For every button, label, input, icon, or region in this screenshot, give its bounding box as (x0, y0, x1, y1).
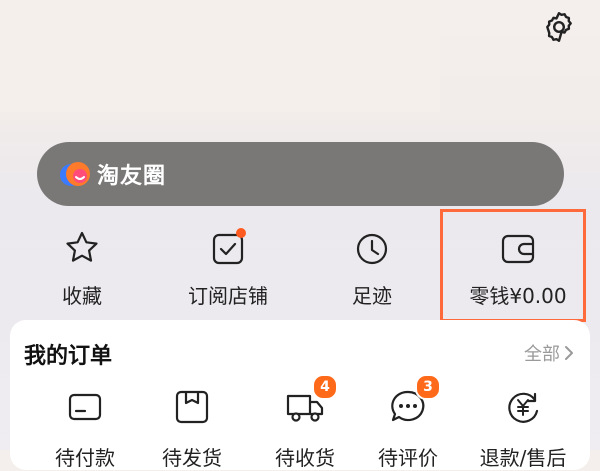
order-icon-wrap (64, 386, 106, 428)
taoyou-logo-icon (60, 162, 90, 186)
new-update-dot (236, 228, 246, 238)
order-status-pending-shipment[interactable]: 待发货 (137, 386, 247, 471)
order-status-label: 待评价 (378, 446, 438, 470)
chevron-right-icon (565, 346, 573, 360)
profile-header-area (0, 0, 440, 112)
order-status-label: 待付款 (55, 446, 115, 470)
orders-view-all-label: 全部 (524, 344, 560, 365)
order-status-label: 待发货 (162, 446, 222, 470)
quick-item-footprints[interactable]: 足迹 (297, 222, 447, 312)
quick-item-subscribed-stores[interactable]: 订阅店铺 (153, 222, 303, 312)
orders-title: 我的订单 (24, 344, 113, 369)
gear-icon (546, 12, 572, 42)
order-icon-wrap (502, 386, 544, 428)
order-status-label: 待收货 (275, 446, 335, 470)
order-count-badge: 3 (415, 374, 441, 400)
quick-item-label: 订阅店铺 (188, 284, 268, 308)
wallet-highlight-box (440, 209, 586, 322)
card-icon (68, 393, 102, 421)
quick-item-favorites[interactable]: 收藏 (7, 222, 157, 312)
order-status-label: 退款/售后 (479, 446, 567, 470)
order-status-pending-payment[interactable]: 待付款 (30, 386, 140, 471)
refund-icon (508, 392, 539, 423)
quick-item-label: 足迹 (352, 284, 392, 308)
order-icon-wrap (171, 386, 213, 428)
order-icon-wrap: 4 (284, 374, 338, 428)
settings-button[interactable] (540, 8, 578, 46)
clock-icon (356, 233, 388, 265)
my-orders-card: 我的订单 全部 待付款 待发货 4 待收货 3 待评价 退款/售后 (10, 320, 590, 470)
order-count-badge: 4 (312, 374, 338, 400)
order-status-pending-review[interactable]: 3 待评价 (353, 374, 463, 471)
order-status-refund-aftersale[interactable]: 退款/售后 (468, 386, 578, 471)
package-icon (175, 390, 209, 424)
order-icon-wrap: 3 (387, 374, 441, 428)
taoyou-circle-label: 淘友圈 (97, 164, 167, 189)
quick-item-label: 收藏 (62, 284, 102, 308)
orders-view-all-link[interactable]: 全部 (524, 340, 574, 366)
taoyou-circle-banner[interactable]: 淘友圈 (37, 142, 564, 206)
subscribe-icon-wrap (208, 228, 248, 268)
order-status-pending-receipt[interactable]: 4 待收货 (250, 374, 360, 471)
star-icon (66, 231, 98, 262)
